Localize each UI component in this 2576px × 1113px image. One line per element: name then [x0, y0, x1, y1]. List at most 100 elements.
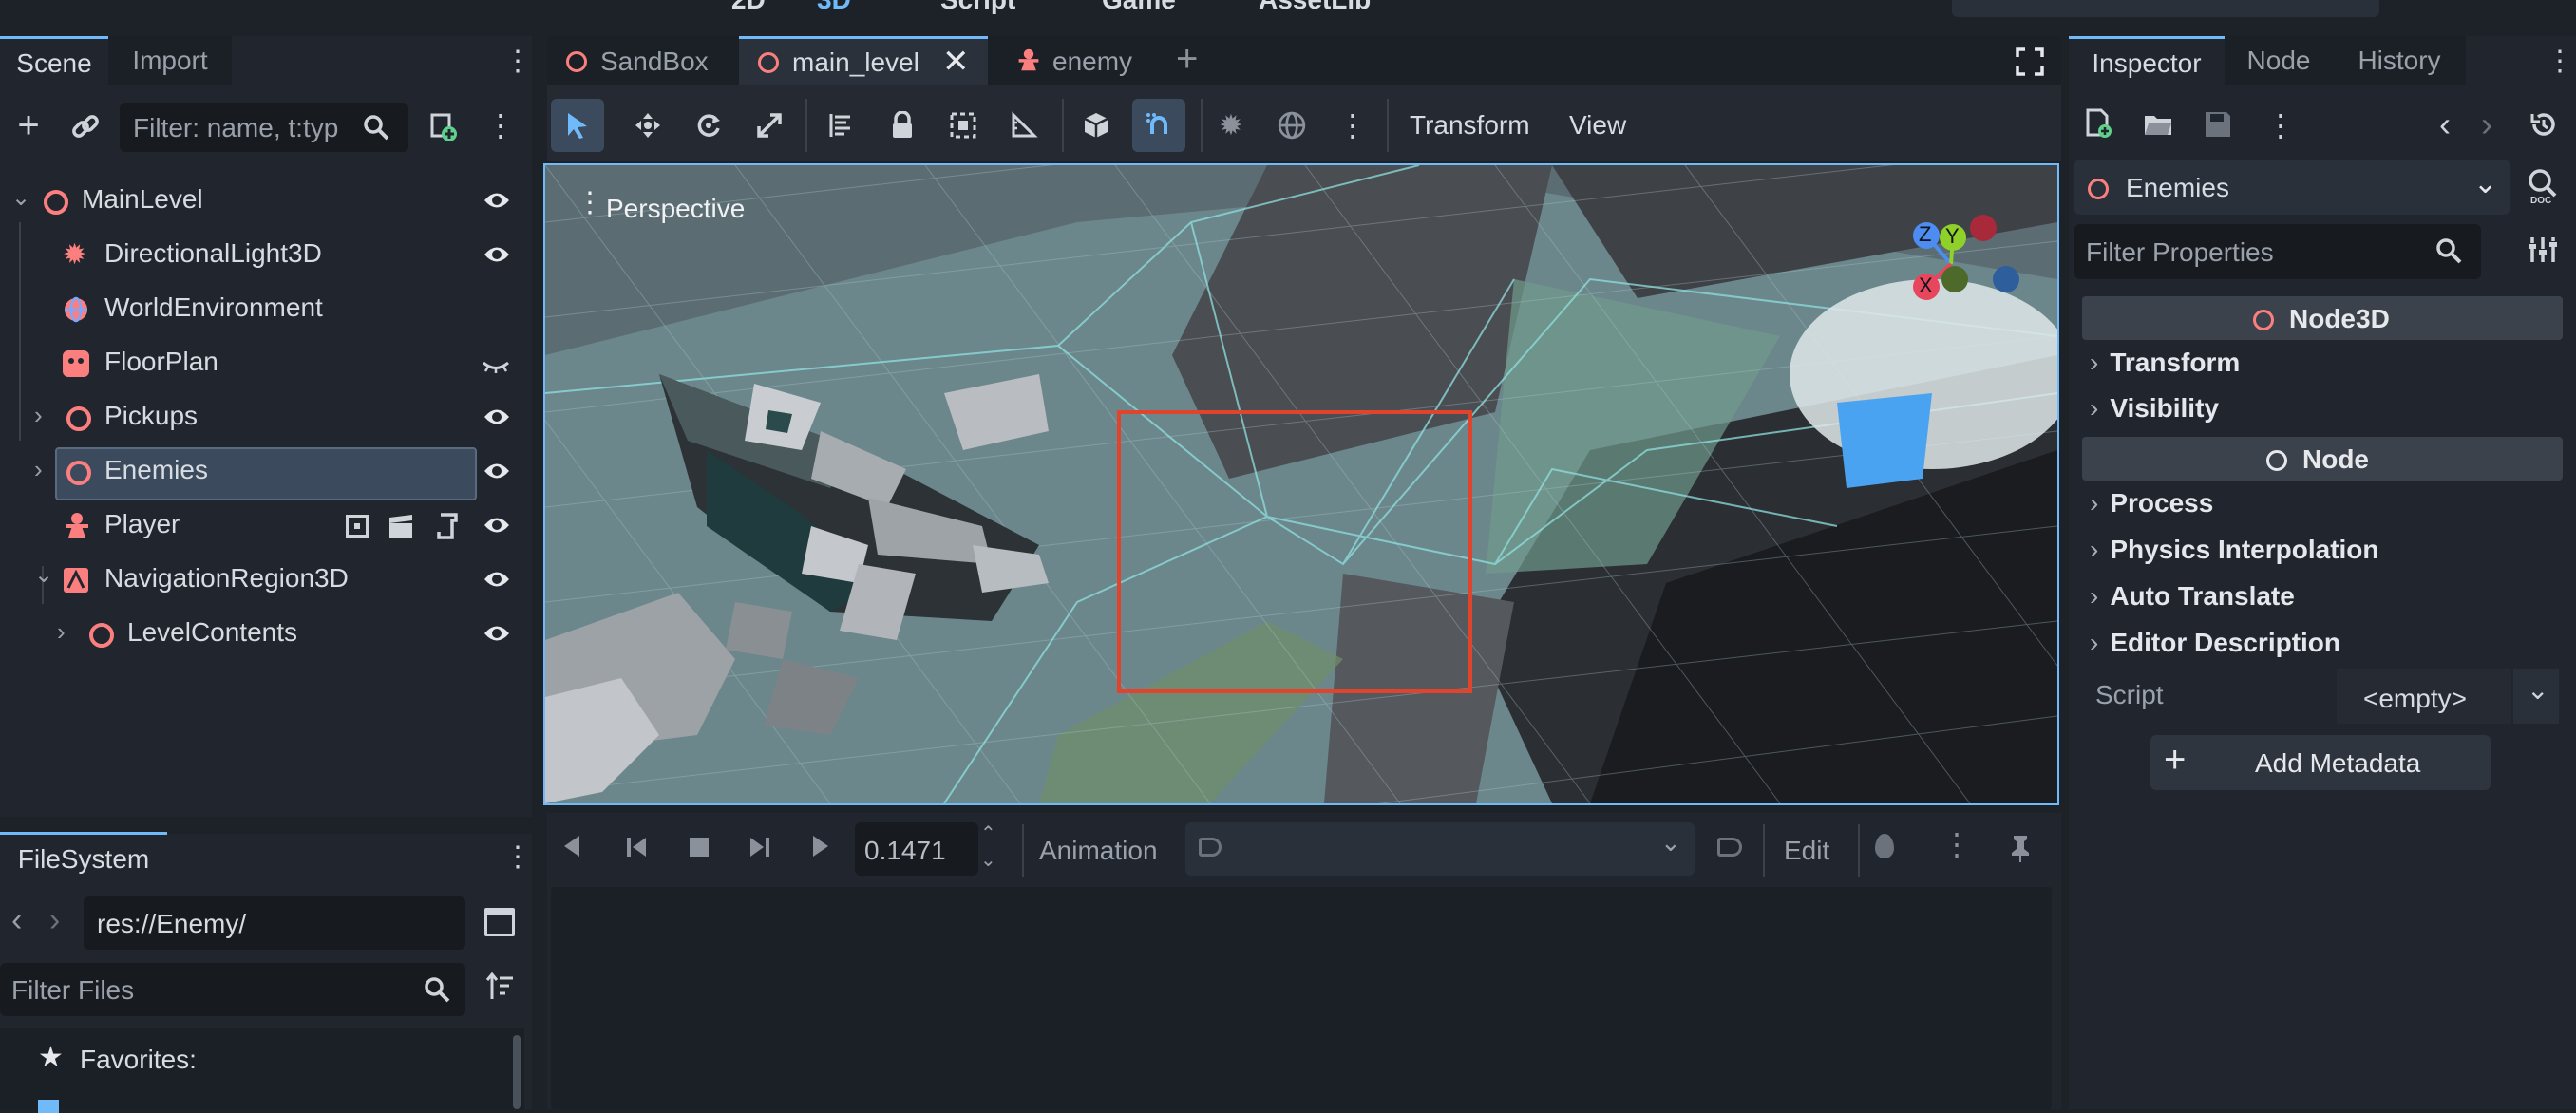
- play-from-start-icon[interactable]: [745, 836, 771, 863]
- lock-icon[interactable]: [876, 99, 929, 152]
- section-visibility[interactable]: › Visibility: [2090, 393, 2219, 424]
- save-icon[interactable]: [2204, 110, 2232, 143]
- tab-node[interactable]: Node: [2225, 36, 2333, 85]
- play-icon[interactable]: [813, 836, 828, 857]
- open-folder-icon[interactable]: [2143, 112, 2173, 141]
- top-script-button[interactable]: Script: [940, 0, 1015, 15]
- add-metadata-button[interactable]: + Add Metadata: [2150, 735, 2491, 790]
- top-3d-button[interactable]: 3D: [817, 0, 851, 15]
- open-scene-icon[interactable]: [346, 515, 369, 538]
- tab-filesystem[interactable]: FileSystem: [0, 832, 167, 884]
- history-forward-icon[interactable]: ›: [2481, 104, 2492, 144]
- scene-dock-menu-icon[interactable]: ⋮: [503, 44, 532, 78]
- script-property-value[interactable]: <empty>: [2337, 669, 2511, 724]
- tree-item-navigationregion3d[interactable]: ⌄ NavigationRegion3D: [0, 556, 532, 605]
- animation-time-field[interactable]: 0.1471: [855, 822, 978, 876]
- forward-arrow-icon[interactable]: ›: [49, 902, 60, 939]
- fullscreen-icon[interactable]: [2016, 47, 2044, 81]
- filter-files-input[interactable]: Filter Files: [0, 963, 465, 1016]
- onion-skin-icon[interactable]: [1875, 834, 1894, 858]
- chevron-down-icon[interactable]: ⌄: [34, 561, 53, 589]
- animation-tag-icon[interactable]: [1717, 838, 1742, 857]
- property-tools-icon[interactable]: [2529, 236, 2557, 269]
- section-editor-description[interactable]: › Editor Description: [2090, 628, 2340, 658]
- add-node-icon[interactable]: +: [9, 104, 47, 146]
- clapperboard-icon[interactable]: [388, 515, 414, 544]
- add-tab-icon[interactable]: +: [1176, 38, 1198, 81]
- chevron-right-icon[interactable]: ›: [57, 617, 66, 647]
- inspector-options-icon[interactable]: ⋮: [2265, 106, 2296, 144]
- script-icon[interactable]: [435, 513, 460, 544]
- attach-script-icon[interactable]: [424, 108, 462, 146]
- move-tool-button[interactable]: [621, 99, 674, 152]
- top-game-button[interactable]: Game: [1102, 0, 1176, 15]
- close-icon[interactable]: ✕: [942, 43, 970, 81]
- tree-item-pickups[interactable]: › Pickups: [0, 393, 532, 443]
- visibility-eye-icon[interactable]: [483, 623, 511, 649]
- tab-main-level[interactable]: main_level ✕: [739, 36, 988, 88]
- file-tree-scrollbar[interactable]: [513, 1035, 521, 1109]
- chevron-down-icon[interactable]: ⌄: [11, 184, 30, 212]
- filter-properties-input[interactable]: Filter Properties: [2074, 224, 2481, 279]
- section-process[interactable]: › Process: [2090, 488, 2213, 519]
- filesystem-menu-icon[interactable]: ⋮: [503, 839, 532, 874]
- chevron-right-icon[interactable]: ›: [34, 401, 43, 430]
- link-icon[interactable]: [66, 110, 104, 144]
- section-transform[interactable]: › Transform: [2090, 348, 2240, 378]
- rotate-tool-button[interactable]: [682, 99, 735, 152]
- time-spinner-icon[interactable]: ⌃ ⌄: [980, 821, 996, 874]
- orientation-gizmo[interactable]: Z Y X: [1894, 201, 2027, 315]
- visibility-eye-icon[interactable]: [483, 190, 511, 216]
- filesystem-path-field[interactable]: res://Enemy/: [84, 896, 465, 950]
- pin-icon[interactable]: [2008, 834, 2033, 867]
- perspective-label[interactable]: Perspective: [606, 194, 745, 224]
- animation-select[interactable]: ⌄: [1185, 822, 1695, 876]
- tab-enemy[interactable]: enemy: [997, 36, 1168, 85]
- visibility-eye-icon[interactable]: [483, 569, 511, 594]
- tree-item-mainlevel[interactable]: ⌄ MainLevel: [0, 177, 532, 226]
- toolbar-more-icon[interactable]: ⋮: [1326, 99, 1379, 152]
- tree-item-player[interactable]: Player: [0, 501, 532, 551]
- script-dropdown-arrow[interactable]: ⌄: [2513, 669, 2559, 724]
- visibility-eye-icon[interactable]: [483, 244, 511, 270]
- sort-icon[interactable]: [484, 972, 515, 1008]
- tab-sandbox[interactable]: SandBox: [547, 36, 728, 85]
- select-tool-button[interactable]: [551, 99, 604, 152]
- top-assetlib-button[interactable]: AssetLib: [1259, 0, 1371, 15]
- section-physics-interpolation[interactable]: › Physics Interpolation: [2090, 535, 2379, 565]
- section-auto-translate[interactable]: › Auto Translate: [2090, 581, 2295, 612]
- scale-tool-button[interactable]: [743, 99, 796, 152]
- recent-history-icon[interactable]: [2529, 110, 2557, 143]
- group-icon[interactable]: [937, 99, 990, 152]
- tree-item-floorplan[interactable]: FloorPlan: [0, 339, 532, 388]
- visibility-eye-icon[interactable]: [483, 515, 511, 540]
- transform-menu[interactable]: Transform: [1410, 110, 1530, 141]
- play-backwards-icon[interactable]: [564, 836, 579, 857]
- tab-scene[interactable]: Scene: [0, 36, 108, 88]
- inspector-dock-menu-icon[interactable]: ⋮: [2546, 44, 2574, 78]
- tab-import[interactable]: Import: [108, 36, 232, 85]
- top-search-field[interactable]: [1952, 0, 2379, 17]
- tab-inspector[interactable]: Inspector: [2069, 36, 2225, 88]
- stop-icon[interactable]: [690, 838, 709, 857]
- animation-track-area[interactable]: [551, 887, 2052, 1109]
- visibility-eye-icon[interactable]: [483, 461, 511, 486]
- docs-icon[interactable]: DOC: [2527, 167, 2563, 210]
- animation-more-icon[interactable]: ⋮: [1941, 826, 1972, 862]
- sun-preview-icon[interactable]: ✹: [1204, 99, 1258, 152]
- tree-item-enemies[interactable]: › Enemies: [0, 447, 532, 500]
- new-resource-icon[interactable]: [2084, 108, 2112, 143]
- tree-item-directionallight3d[interactable]: ✹ DirectionalLight3D: [0, 231, 532, 280]
- tree-item-levelcontents[interactable]: › LevelContents: [0, 610, 532, 659]
- visibility-eye-icon[interactable]: [483, 406, 511, 432]
- selected-node-dropdown[interactable]: Enemies ⌄: [2074, 160, 2510, 215]
- ruler-icon[interactable]: [997, 99, 1051, 152]
- tree-item-worldenvironment[interactable]: WorldEnvironment: [0, 285, 532, 334]
- viewport-menu-icon[interactable]: ⋮: [576, 186, 604, 219]
- list-select-button[interactable]: [815, 99, 868, 152]
- view-menu[interactable]: View: [1569, 110, 1626, 141]
- tab-history[interactable]: History: [2333, 36, 2466, 85]
- environment-preview-icon[interactable]: [1265, 99, 1318, 152]
- top-2d-button[interactable]: 2D: [731, 0, 766, 15]
- chevron-right-icon[interactable]: ›: [34, 455, 43, 484]
